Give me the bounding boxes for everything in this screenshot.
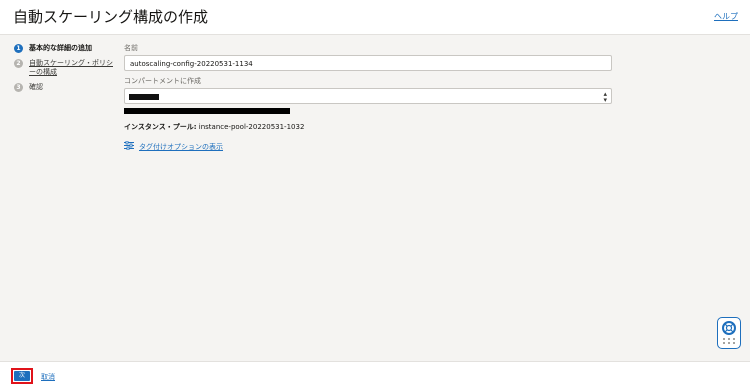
step-label[interactable]: 自動スケーリング・ポリシーの構成 xyxy=(29,59,113,76)
page-title: 自動スケーリング構成の作成 xyxy=(13,8,209,26)
step-number-3: 3 xyxy=(14,83,23,92)
step-number-1: 1 xyxy=(14,44,23,53)
compartment-label: コンパートメントに作成 xyxy=(124,77,201,85)
cancel-link[interactable]: 取消 xyxy=(41,372,55,382)
name-label: 名前 xyxy=(124,44,138,52)
wizard-steps: 1 基本的な詳細の追加 2 自動スケーリング・ポリシーの構成 3 確認 xyxy=(14,44,116,98)
step-autoscaling-policy[interactable]: 2 自動スケーリング・ポリシーの構成 xyxy=(14,59,116,77)
next-button-highlight: 次 xyxy=(11,368,33,384)
step-review[interactable]: 3 確認 xyxy=(14,83,116,92)
instance-pool-value: instance-pool-20220531-1032 xyxy=(198,123,305,131)
floating-help-button[interactable] xyxy=(717,317,741,349)
basic-details-form: 名前 autoscaling-config-20220531-1134 コンパー… xyxy=(124,44,616,104)
redacted-compartment-path xyxy=(124,108,290,114)
tagging-options-toggle[interactable]: タグ付けオプションの表示 xyxy=(124,140,223,152)
tagging-options-link[interactable]: タグ付けオプションの表示 xyxy=(139,142,223,152)
step-basic-details[interactable]: 1 基本的な詳細の追加 xyxy=(14,44,116,53)
sliders-icon xyxy=(124,140,134,152)
compartment-select[interactable]: ▴ ▾ xyxy=(124,88,612,104)
lifebuoy-icon xyxy=(718,321,740,352)
step-label: 確認 xyxy=(29,83,43,91)
help-link[interactable]: ヘルプ xyxy=(714,11,738,22)
wizard-footer: 次 取消 xyxy=(0,361,750,388)
instance-pool-info: インスタンス・プール: instance-pool-20220531-1032 xyxy=(124,122,304,132)
page-header: 自動スケーリング構成の作成 ヘルプ xyxy=(0,0,750,35)
redacted-compartment-value xyxy=(129,94,159,100)
name-input[interactable]: autoscaling-config-20220531-1134 xyxy=(124,55,612,71)
instance-pool-label: インスタンス・プール: xyxy=(124,123,197,131)
step-label: 基本的な詳細の追加 xyxy=(29,44,92,52)
select-chevron-icon: ▴ ▾ xyxy=(603,90,607,104)
next-button[interactable]: 次 xyxy=(14,371,30,381)
step-number-2: 2 xyxy=(14,59,23,68)
